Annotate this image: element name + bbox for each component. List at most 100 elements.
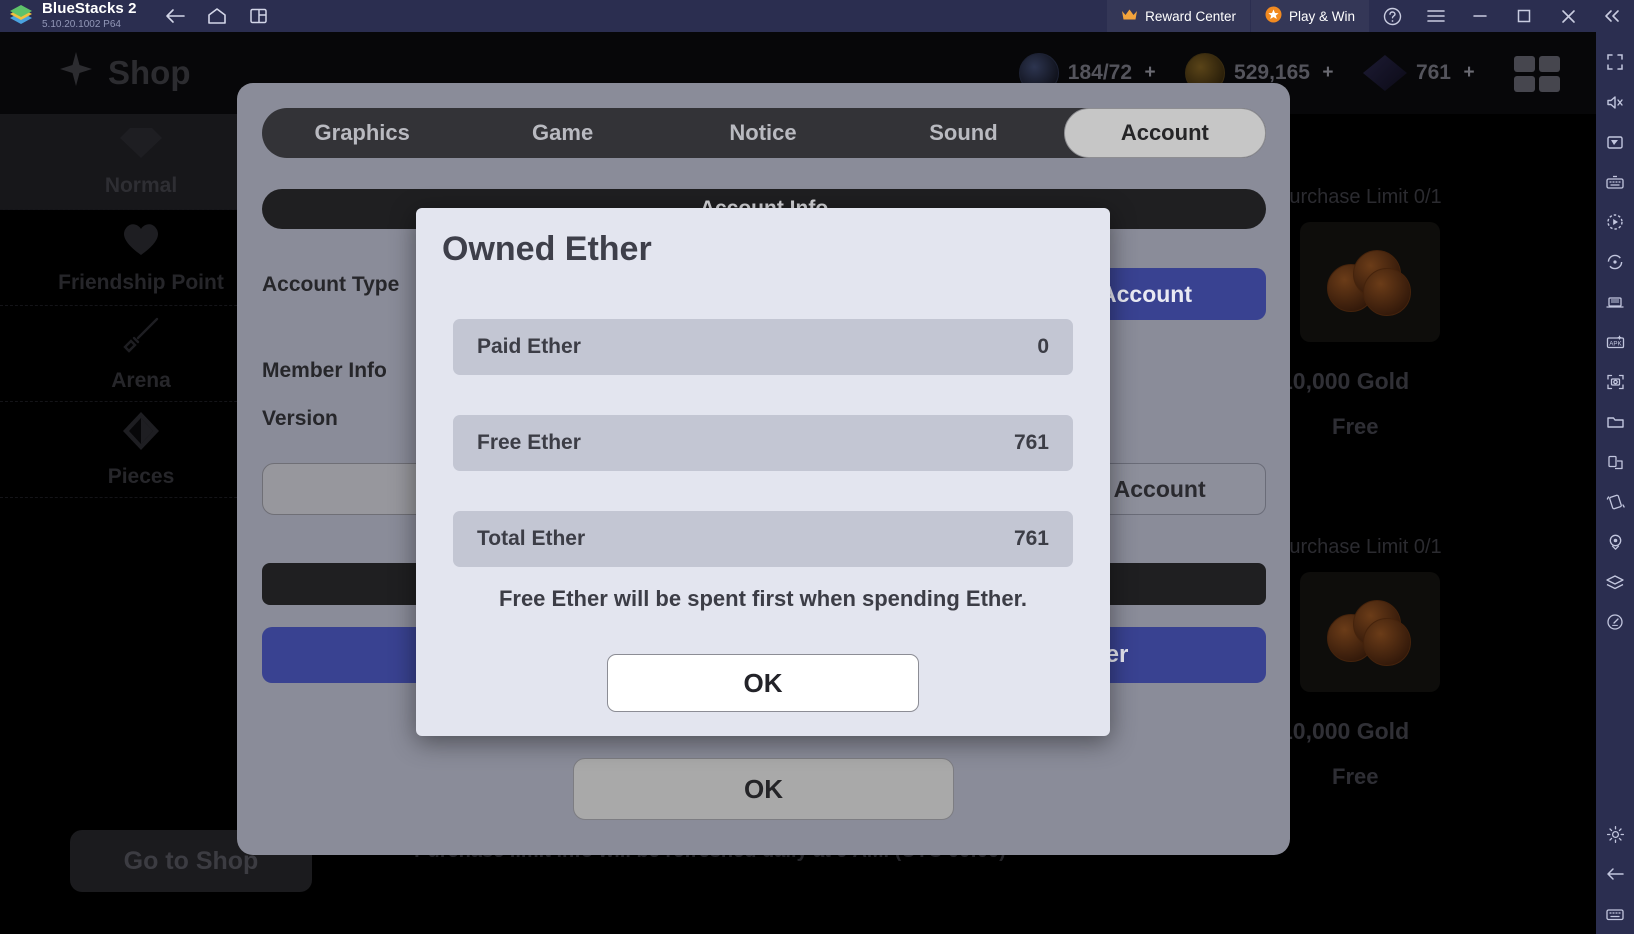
tab-account[interactable]: Account xyxy=(1063,108,1267,158)
shop-item-free-badge: Free xyxy=(1332,764,1379,789)
help-button[interactable] xyxy=(1370,0,1414,32)
bluestacks-logo-icon xyxy=(0,0,42,32)
paid-ether-value: 0 xyxy=(1037,335,1049,358)
tab-notice[interactable]: Notice xyxy=(663,108,863,158)
grid-cell xyxy=(1539,76,1560,92)
dialog-title: Owned Ether xyxy=(442,230,652,268)
tab-game[interactable]: Game xyxy=(462,108,662,158)
home-button[interactable] xyxy=(197,0,237,32)
shop-item-thumbnail xyxy=(1300,222,1440,342)
back-button[interactable] xyxy=(155,0,195,32)
keyboard-icon[interactable] xyxy=(1596,894,1634,934)
ether-gem-icon xyxy=(1362,55,1407,91)
grid-cell xyxy=(1514,76,1535,92)
paid-ether-row: Paid Ether 0 xyxy=(453,319,1073,375)
coin xyxy=(1363,618,1411,666)
sword-icon xyxy=(121,315,161,361)
play-and-win-label: Play & Win xyxy=(1288,8,1355,24)
shake-icon[interactable] xyxy=(1596,482,1634,522)
app-title: BlueStacks 2 xyxy=(42,0,137,18)
tab-label: Notice xyxy=(729,120,797,145)
shop-item-price: 10,000 Gold xyxy=(1280,368,1410,394)
multi-instance-manager-icon[interactable] xyxy=(1596,282,1634,322)
currency-gold-plus[interactable]: + xyxy=(1319,62,1337,83)
multi-instance-button[interactable] xyxy=(239,0,279,32)
shop-nav-label: Friendship Point xyxy=(58,270,224,294)
tab-sound[interactable]: Sound xyxy=(863,108,1063,158)
minimize-button[interactable] xyxy=(1458,0,1502,32)
dialog-note: Free Ether will be spent first when spen… xyxy=(498,586,1028,611)
bluestacks-side-toolbar: APK xyxy=(1596,32,1634,934)
eco-mode-icon[interactable] xyxy=(1596,602,1634,642)
fullscreen-icon[interactable] xyxy=(1596,42,1634,82)
settings-gear-icon[interactable] xyxy=(1596,814,1634,854)
paid-ether-label: Paid Ether xyxy=(477,335,581,358)
tab-graphics[interactable]: Graphics xyxy=(262,108,462,158)
account-type-label: Account Type xyxy=(262,273,400,296)
tab-label: Game xyxy=(532,120,594,145)
maximize-button[interactable] xyxy=(1502,0,1546,32)
app-version: 5.10.20.1002 P64 xyxy=(42,18,121,30)
currency-stamina-plus[interactable]: + xyxy=(1141,62,1159,83)
sparkle-icon xyxy=(58,51,94,95)
layers-icon[interactable] xyxy=(1596,562,1634,602)
collapse-sidebar-button[interactable] xyxy=(1590,0,1634,32)
currency-gold-value: 529,165 xyxy=(1234,61,1310,84)
diamond-icon xyxy=(119,126,163,166)
coin xyxy=(1363,268,1411,316)
star-badge-icon xyxy=(1265,6,1282,26)
screenshot-icon[interactable] xyxy=(1596,362,1634,402)
copy-to-instance-icon[interactable] xyxy=(1596,442,1634,482)
total-ether-label: Total Ether xyxy=(477,527,586,550)
keyboard-controls-icon[interactable] xyxy=(1596,162,1634,202)
bluestacks-titlebar: BlueStacks 2 5.10.20.1002 P64 Reward Cen… xyxy=(0,0,1634,32)
heart-icon xyxy=(120,221,162,263)
titlebar-nav-buttons xyxy=(155,0,279,32)
svg-text:APK: APK xyxy=(1609,340,1622,347)
reward-center-button[interactable]: Reward Center xyxy=(1107,0,1251,32)
free-ether-value: 761 xyxy=(1013,431,1049,454)
owned-ether-dialog: Owned Ether Paid Ether 0 Free Ether 761 … xyxy=(416,208,1110,736)
grid-cell xyxy=(1539,56,1560,72)
reward-center-label: Reward Center xyxy=(1145,8,1236,24)
shop-nav-label: Arena xyxy=(111,368,171,392)
go-to-shop-label: Go to Shop xyxy=(123,846,259,875)
close-button[interactable] xyxy=(1546,0,1590,32)
currency-ether-value: 761 xyxy=(1415,61,1451,84)
shop-nav-label: Pieces xyxy=(107,464,175,488)
currency-ether[interactable]: 761 + xyxy=(1362,55,1478,91)
shop-item-free-badge: Free xyxy=(1332,414,1379,439)
free-ether-label: Free Ether xyxy=(477,431,581,454)
gem-piece-icon xyxy=(121,411,161,457)
total-ether-row: Total Ether 761 xyxy=(453,511,1073,567)
back-arrow-icon[interactable] xyxy=(1596,854,1634,894)
gamepad-controls-icon[interactable] xyxy=(1596,122,1634,162)
grid-menu-icon[interactable] xyxy=(1514,56,1560,92)
media-folder-icon[interactable] xyxy=(1596,402,1634,442)
grid-cell xyxy=(1514,56,1535,72)
macro-recorder-icon[interactable] xyxy=(1596,202,1634,242)
purchase-limit-label: Purchase Limit 0/1 xyxy=(1276,186,1442,208)
dialog-ok-button[interactable]: OK xyxy=(607,654,919,712)
settings-tab-bar: Graphics Game Notice Sound Account xyxy=(262,108,1267,158)
shop-item-price: 10,000 Gold xyxy=(1280,718,1410,744)
currency-ether-plus[interactable]: + xyxy=(1460,62,1478,83)
settings-ok-button[interactable]: OK xyxy=(573,758,954,820)
install-apk-icon[interactable]: APK xyxy=(1596,322,1634,362)
rotate-icon[interactable] xyxy=(1596,242,1634,282)
tab-label: Graphics xyxy=(314,120,410,145)
free-ether-row: Free Ether 761 xyxy=(453,415,1073,471)
location-icon[interactable] xyxy=(1596,522,1634,562)
menu-button[interactable] xyxy=(1414,0,1458,32)
tab-label: Account xyxy=(1120,120,1209,145)
app-root: BlueStacks 2 5.10.20.1002 P64 Reward Cen… xyxy=(0,0,1634,934)
crown-icon xyxy=(1121,8,1138,24)
link-account-label: Account xyxy=(1100,280,1192,307)
shop-title-label: Shop xyxy=(108,54,191,91)
total-ether-value: 761 xyxy=(1013,527,1049,550)
play-and-win-button[interactable]: Play & Win xyxy=(1250,0,1370,32)
shop-nav-label: Normal xyxy=(104,173,178,197)
mute-icon[interactable] xyxy=(1596,82,1634,122)
version-label: Version xyxy=(262,407,338,430)
shop-page-title: Shop xyxy=(58,51,190,95)
